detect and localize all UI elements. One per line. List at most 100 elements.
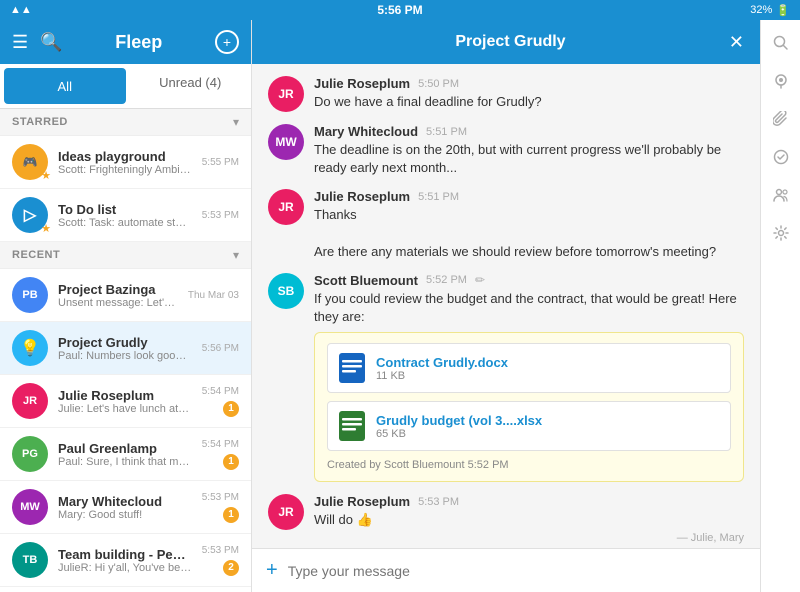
file-item-budget[interactable]: Grudly budget (vol 3....xlsx 65 KB [327, 401, 731, 451]
doc-file-icon [338, 352, 366, 384]
conv-content: Ideas playground Scott: Frighteningly Am… [58, 149, 192, 176]
search-sidebar-icon[interactable]: 🔍 [40, 32, 62, 53]
sidebar-scroll: STARRED ▾ 🎮 ★ Ideas playground Scott: Fr… [0, 109, 251, 592]
conv-time: 5:53 PM [202, 492, 239, 503]
avatar: MW [12, 489, 48, 525]
tab-unread[interactable]: Unread (4) [130, 64, 252, 100]
conv-meta: 5:53 PM 2 [202, 545, 239, 576]
battery-icon: 🔋 [776, 4, 790, 17]
message-time: 5:51 PM [418, 191, 459, 203]
conv-meta: 5:53 PM [202, 210, 239, 221]
file-info: Contract Grudly.docx 11 KB [376, 355, 720, 382]
recent-chevron-icon[interactable]: ▾ [233, 248, 239, 262]
message-row: JR Julie Roseplum 5:51 PM Thanks Are the… [268, 189, 744, 261]
conv-preview: JulieR: Hi y'all, You've been... [58, 562, 192, 574]
message-row: SB Scott Bluemount 5:52 PM ✏ If you coul… [268, 273, 744, 482]
chat-input-area: + [252, 548, 760, 592]
sidebar-header: ☰ 🔍 Fleep + [0, 20, 251, 64]
attach-button[interactable]: + [266, 559, 278, 582]
chat-title: Project Grudly [292, 33, 729, 51]
file-item-contract[interactable]: Contract Grudly.docx 11 KB [327, 343, 731, 393]
conv-time: 5:53 PM [202, 210, 239, 221]
conv-content: To Do list Scott: Task: automate stats..… [58, 202, 192, 229]
message-input[interactable] [288, 563, 746, 579]
star-badge-icon: ★ [41, 222, 51, 235]
pin-icon[interactable] [766, 66, 796, 96]
conv-content: Project Grudly Paul: Numbers look good t… [58, 335, 192, 362]
conv-preview: Paul: Numbers look good t... [58, 350, 192, 362]
conv-meta: 5:54 PM 1 [202, 386, 239, 417]
close-chat-button[interactable]: ✕ [729, 32, 744, 53]
avatar-wrapper: ▷ ★ [12, 197, 48, 233]
hamburger-icon[interactable]: ☰ [12, 32, 28, 53]
conv-name: Project Bazinga [58, 282, 178, 297]
conv-meta: 5:54 PM 1 [202, 439, 239, 470]
conv-preview: Mary: Good stuff! [58, 509, 192, 521]
conv-name: Project Grudly [58, 335, 192, 350]
message-text: If you could review the budget and the c… [314, 290, 744, 326]
message-text: Thanks Are there any materials we should… [314, 206, 744, 261]
search-icon[interactable] [766, 28, 796, 58]
file-info: Grudly budget (vol 3....xlsx 65 KB [376, 413, 720, 440]
conv-meta: 5:56 PM [202, 343, 239, 354]
message-content: Scott Bluemount 5:52 PM ✏ If you could r… [314, 273, 744, 482]
avatar-wrapper: 🎮 ★ [12, 144, 48, 180]
people-icon[interactable] [766, 180, 796, 210]
message-sender: Julie Roseplum [314, 189, 410, 204]
file-size: 65 KB [376, 428, 720, 440]
conv-ideas-playground[interactable]: 🎮 ★ Ideas playground Scott: Frighteningl… [0, 136, 251, 189]
conv-name: Paul Greenlamp [58, 441, 192, 456]
conv-todo-list[interactable]: ▷ ★ To Do list Scott: Task: automate sta… [0, 189, 251, 242]
conv-name: Mary Whitecloud [58, 494, 192, 509]
file-footer: Created by Scott Bluemount 5:52 PM [327, 459, 731, 471]
conv-time: 5:55 PM [202, 157, 239, 168]
avatar: PG [12, 436, 48, 472]
conv-preview: Paul: Sure, I think that mak... [58, 456, 192, 468]
unread-badge: 2 [223, 560, 239, 576]
sidebar: ☰ 🔍 Fleep + All Unread (4) STARRED ▾ 🎮 [0, 20, 252, 592]
conv-time: 5:53 PM [202, 545, 239, 556]
tab-bar: All Unread (4) [0, 64, 251, 109]
conv-name: Ideas playground [58, 149, 192, 164]
task-icon[interactable] [766, 142, 796, 172]
message-sender: Julie Roseplum [314, 76, 410, 91]
file-name: Grudly budget (vol 3....xlsx [376, 413, 720, 428]
conv-project-bazinga[interactable]: PB Project Bazinga Unsent message: Let's… [0, 269, 251, 322]
message-text: The deadline is on the 20th, but with cu… [314, 141, 744, 177]
star-badge-icon: ★ [41, 169, 51, 182]
conv-content: Team building - Peak District JulieR: Hi… [58, 547, 192, 574]
conv-name: Julie Roseplum [58, 388, 192, 403]
starred-label: STARRED [12, 116, 68, 128]
avatar: SB [268, 273, 304, 309]
conv-name: Team building - Peak District [58, 547, 192, 562]
conv-mary-whitecloud[interactable]: MW Mary Whitecloud Mary: Good stuff! 5:5… [0, 481, 251, 534]
message-header: Mary Whitecloud 5:51 PM [314, 124, 744, 139]
conv-content: Project Bazinga Unsent message: Let's... [58, 282, 178, 309]
message-content: Mary Whitecloud 5:51 PM The deadline is … [314, 124, 744, 177]
message-header: Julie Roseplum 5:53 PM [314, 494, 744, 509]
message-sender: Mary Whitecloud [314, 124, 418, 139]
starred-chevron-icon[interactable]: ▾ [233, 115, 239, 129]
edit-message-icon[interactable]: ✏ [475, 273, 485, 287]
conv-project-grudly[interactable]: 💡 Project Grudly Paul: Numbers look good… [0, 322, 251, 375]
attach-icon[interactable] [766, 104, 796, 134]
messages-container: JR Julie Roseplum 5:50 PM Do we have a f… [252, 64, 760, 548]
avatar: JR [268, 494, 304, 530]
tab-all[interactable]: All [4, 68, 126, 104]
conv-julie-roseplum[interactable]: JR Julie Roseplum Julie: Let's have lunc… [0, 375, 251, 428]
message-header: Julie Roseplum 5:50 PM [314, 76, 744, 91]
file-name: Contract Grudly.docx [376, 355, 720, 370]
message-header: Julie Roseplum 5:51 PM [314, 189, 744, 204]
message-row: JR Julie Roseplum 5:50 PM Do we have a f… [268, 76, 744, 112]
message-text: Do we have a final deadline for Grudly? [314, 93, 744, 111]
conv-name: To Do list [58, 202, 192, 217]
xls-file-icon [338, 410, 366, 442]
message-sender: Julie Roseplum [314, 494, 410, 509]
add-conversation-button[interactable]: + [215, 30, 239, 54]
conv-meta: Thu Mar 03 [188, 290, 239, 301]
conv-team-building[interactable]: TB Team building - Peak District JulieR:… [0, 534, 251, 587]
starred-section-header: STARRED ▾ [0, 109, 251, 136]
settings-icon[interactable] [766, 218, 796, 248]
conv-paul-greenlamp[interactable]: PG Paul Greenlamp Paul: Sure, I think th… [0, 428, 251, 481]
unread-badge: 1 [223, 454, 239, 470]
